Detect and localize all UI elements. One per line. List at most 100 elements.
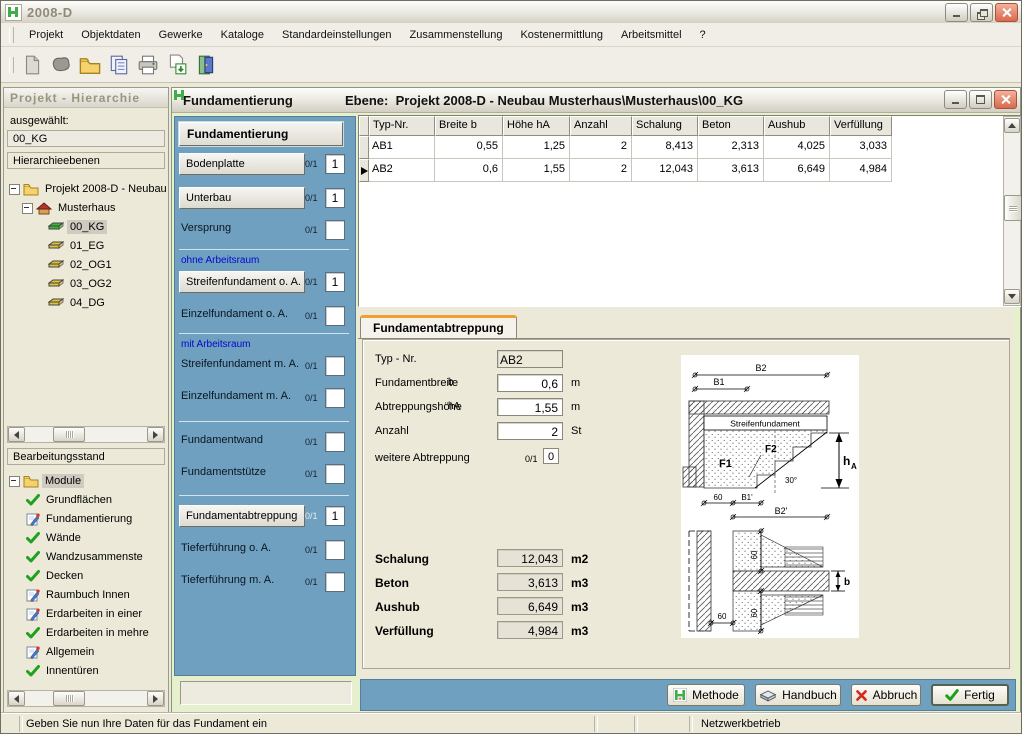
menu-objektdaten[interactable]: Objektdaten xyxy=(72,26,149,44)
toolbar-grip[interactable] xyxy=(9,57,14,73)
tree-item-floor-04dg[interactable]: 04_DG xyxy=(48,294,108,312)
copy-icon[interactable] xyxy=(107,53,131,77)
module-item-erdarbeiten-einer[interactable]: Erdarbeiten in einer xyxy=(26,605,145,623)
module-item-grundflaechen[interactable]: Grundflächen xyxy=(26,491,115,509)
header-beton[interactable]: Beton xyxy=(698,116,764,136)
fundamentierung-titlebar[interactable]: Fundamentierung Ebene: Projekt 2008-D - … xyxy=(172,88,1020,113)
einzelfundament-oa-label[interactable]: Einzelfundament o. A. xyxy=(181,308,288,320)
scroll-thumb[interactable] xyxy=(1004,195,1022,221)
menu-arbeitsmittel[interactable]: Arbeitsmittel xyxy=(612,26,691,44)
scroll-left-icon[interactable] xyxy=(8,691,25,706)
open-disabled-icon[interactable] xyxy=(49,53,73,77)
anzahl-input[interactable]: 2 xyxy=(497,422,563,440)
einzelfundament-ma-count-box[interactable] xyxy=(325,388,345,408)
collapse-icon[interactable] xyxy=(9,184,20,195)
collapse-icon[interactable] xyxy=(22,203,33,214)
tree-item-module-root[interactable]: Module xyxy=(9,472,84,490)
scroll-up-icon[interactable] xyxy=(1004,118,1020,133)
header-aushub[interactable]: Aushub xyxy=(764,116,830,136)
scroll-down-icon[interactable] xyxy=(1004,289,1020,304)
unterbau-button[interactable]: Unterbau xyxy=(179,187,305,209)
child-maximize-button[interactable] xyxy=(969,90,992,109)
cell-breite[interactable]: 0,55 xyxy=(435,136,503,159)
export-icon[interactable] xyxy=(165,53,189,77)
cell-typ[interactable]: AB2 xyxy=(369,159,435,182)
cell-beton[interactable]: 2,313 xyxy=(698,136,764,159)
tree-item-building[interactable]: Musterhaus xyxy=(22,199,118,217)
cell-verfuellung[interactable]: 4,984 xyxy=(830,159,892,182)
fundamentabtreppung-count-box[interactable]: 1 xyxy=(325,506,345,526)
module-item-erdarbeiten-mehreren[interactable]: Erdarbeiten in mehre xyxy=(26,624,152,642)
menubar-grip[interactable] xyxy=(9,27,14,43)
module-item-innentueren[interactable]: Innentüren xyxy=(26,662,102,680)
module-item-waende[interactable]: Wände xyxy=(26,529,84,547)
cell-anzahl[interactable]: 2 xyxy=(570,159,632,182)
table-row-selected[interactable]: AB2 0,6 1,55 2 12,043 3,613 6,649 4,984 xyxy=(359,159,1003,182)
abtreppungshoehe-input[interactable]: 1,55 xyxy=(497,398,563,416)
header-verfuellung[interactable]: Verfüllung xyxy=(830,116,892,136)
streifenfundament-oa-button[interactable]: Streifenfundament o. A. xyxy=(179,271,305,293)
header-schalung[interactable]: Schalung xyxy=(632,116,698,136)
scroll-right-icon[interactable] xyxy=(147,427,164,442)
module-item-wandzusammenstellung[interactable]: Wandzusammenste xyxy=(26,548,146,566)
cell-schalung[interactable]: 12,043 xyxy=(632,159,698,182)
menu-projekt[interactable]: Projekt xyxy=(20,26,72,44)
fundamentstuetze-count-box[interactable] xyxy=(325,464,345,484)
module-item-raumbuch[interactable]: Raumbuch Innen xyxy=(26,586,133,604)
cell-verfuellung[interactable]: 3,033 xyxy=(830,136,892,159)
streifenfundament-ma-label[interactable]: Streifenfundament m. A. xyxy=(181,358,299,370)
minimize-button[interactable] xyxy=(945,3,968,22)
restore-button[interactable] xyxy=(970,3,993,22)
menu-kataloge[interactable]: Kataloge xyxy=(212,26,273,44)
main-titlebar[interactable]: 2008-D xyxy=(1,1,1021,24)
streifenfundament-ma-count-box[interactable] xyxy=(325,356,345,376)
abbruch-button[interactable]: Abbruch xyxy=(851,684,921,706)
einzelfundament-ma-label[interactable]: Einzelfundament m. A. xyxy=(181,390,291,402)
menu-zusammenstellung[interactable]: Zusammenstellung xyxy=(401,26,512,44)
menu-standardeinstellungen[interactable]: Standardeinstellungen xyxy=(273,26,400,44)
table-row[interactable]: AB1 0,55 1,25 2 8,413 2,313 4,025 3,033 xyxy=(359,136,1003,159)
tree-item-floor-01eg[interactable]: 01_EG xyxy=(48,237,107,255)
tieferfuehrung-oa-label[interactable]: Tieferführung o. A. xyxy=(181,542,271,554)
tree-item-floor-03og2[interactable]: 03_OG2 xyxy=(48,275,115,293)
collapse-icon[interactable] xyxy=(9,476,20,487)
fertig-button[interactable]: Fertig xyxy=(931,684,1009,706)
versprung-label[interactable]: Versprung xyxy=(181,222,231,234)
module-item-decken[interactable]: Decken xyxy=(26,567,86,585)
bodenplatte-count-box[interactable]: 1 xyxy=(325,154,345,174)
header-typ-nr[interactable]: Typ-Nr. xyxy=(369,116,435,136)
cell-aushub[interactable]: 4,025 xyxy=(764,136,830,159)
close-button[interactable] xyxy=(995,3,1018,22)
bodenplatte-button[interactable]: Bodenplatte xyxy=(179,153,305,175)
fundamentwand-label[interactable]: Fundamentwand xyxy=(181,434,263,446)
scroll-right-icon[interactable] xyxy=(147,691,164,706)
cell-typ[interactable]: AB1 xyxy=(369,136,435,159)
scroll-left-icon[interactable] xyxy=(8,427,25,442)
versprung-count-box[interactable] xyxy=(325,220,345,240)
row-selector-active[interactable] xyxy=(359,159,369,182)
table-vscrollbar[interactable] xyxy=(1003,116,1021,306)
weitere-abtreppung-box[interactable]: 0 xyxy=(543,448,559,464)
header-hoehe[interactable]: Höhe hA xyxy=(503,116,570,136)
new-document-icon[interactable] xyxy=(20,53,44,77)
tree-item-floor-00kg[interactable]: 00_KG xyxy=(48,218,107,236)
scroll-thumb[interactable] xyxy=(53,691,85,706)
hierarchy-levels-header[interactable]: Hierarchieebenen xyxy=(7,152,165,169)
handbuch-button[interactable]: Handbuch xyxy=(755,684,841,706)
cell-hoehe[interactable]: 1,55 xyxy=(503,159,570,182)
child-minimize-button[interactable] xyxy=(944,90,967,109)
tree-item-floor-02og1[interactable]: 02_OG1 xyxy=(48,256,115,274)
row-selector[interactable] xyxy=(359,136,369,159)
tieferfuehrung-ma-label[interactable]: Tieferführung m. A. xyxy=(181,574,274,586)
fundamentstuetze-label[interactable]: Fundamentstütze xyxy=(181,466,266,478)
cell-breite[interactable]: 0,6 xyxy=(435,159,503,182)
cell-schalung[interactable]: 8,413 xyxy=(632,136,698,159)
unterbau-count-box[interactable]: 1 xyxy=(325,188,345,208)
cell-anzahl[interactable]: 2 xyxy=(570,136,632,159)
child-close-button[interactable] xyxy=(994,90,1017,109)
hierarchy-hscrollbar[interactable] xyxy=(7,426,165,443)
fundamentwand-count-box[interactable] xyxy=(325,432,345,452)
cell-aushub[interactable]: 6,649 xyxy=(764,159,830,182)
header-anzahl[interactable]: Anzahl xyxy=(570,116,632,136)
cell-beton[interactable]: 3,613 xyxy=(698,159,764,182)
